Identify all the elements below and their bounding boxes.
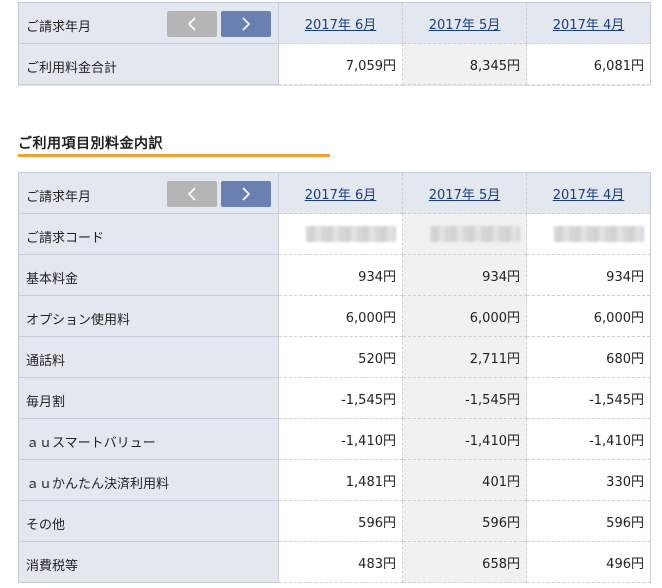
value-cell: 6,081円 <box>526 43 651 85</box>
value-cell: 596円 <box>526 500 651 542</box>
value-cell: 680円 <box>526 336 651 378</box>
billing-code-cell <box>278 213 403 255</box>
breakdown-header-label: ご請求年月 <box>26 190 92 205</box>
breakdown-month-link-may[interactable]: 2017年 5月 <box>429 188 501 203</box>
value-cell: 934円 <box>278 254 403 296</box>
next-month-button[interactable] <box>221 11 271 37</box>
redacted-code <box>554 226 644 242</box>
row-label-cell: ａｕかんたん決済利用料 <box>18 459 279 501</box>
section-title: ご利用項目別料金内訳 <box>18 136 163 152</box>
value-cell: 401円 <box>402 459 527 501</box>
breakdown-header-row: ご請求年月 2017年 6月 2017年 5月 2017年 4月 <box>18 172 651 214</box>
row-label: オプション使用料 <box>26 313 131 328</box>
row-label: 基本料金 <box>26 272 79 287</box>
table-row: オプション使用料 6,000円 6,000円 6,000円 <box>18 295 651 337</box>
table-row: ご請求コード <box>18 213 651 255</box>
table-row: 基本料金 934円 934円 934円 <box>18 254 651 296</box>
summary-month-link-jun[interactable]: 2017年 6月 <box>305 18 377 33</box>
chevron-right-icon <box>242 17 251 31</box>
row-label-cell: オプション使用料 <box>18 295 279 337</box>
row-label-cell: その他 <box>18 500 279 542</box>
table-row: 毎月割 -1,545円 -1,545円 -1,545円 <box>18 377 651 419</box>
value-cell: 596円 <box>278 500 403 542</box>
divider <box>18 85 648 86</box>
summary-header-label: ご請求年月 <box>26 20 92 35</box>
value-cell: 520円 <box>278 336 403 378</box>
row-label: ご請求コード <box>26 231 105 246</box>
table-row: ご利用料金合計 7,059円 8,345円 6,081円 <box>18 43 651 85</box>
breakdown-month-cell: 2017年 6月 <box>278 172 403 214</box>
billing-code-cell <box>402 213 527 255</box>
table-row: ａｕスマートバリュー -1,410円 -1,410円 -1,410円 <box>18 418 651 460</box>
summary-header-row: ご請求年月 2017年 6月 2017年 5月 2017年 4月 <box>18 2 651 44</box>
chevron-left-icon <box>187 17 196 31</box>
breakdown-month-link-jun[interactable]: 2017年 6月 <box>305 188 377 203</box>
value-cell: 658円 <box>402 541 527 583</box>
value-cell: -1,545円 <box>402 377 527 419</box>
value-cell: 6,000円 <box>278 295 403 337</box>
table-row: ａｕかんたん決済利用料 1,481円 401円 330円 <box>18 459 651 501</box>
billing-code-cell <box>526 213 651 255</box>
prev-month-button[interactable] <box>167 181 217 207</box>
redacted-code <box>306 226 396 242</box>
value-cell: -1,545円 <box>278 377 403 419</box>
value-cell: -1,545円 <box>526 377 651 419</box>
value-cell: -1,410円 <box>402 418 527 460</box>
row-label: ａｕスマートバリュー <box>26 436 156 451</box>
value-cell: 8,345円 <box>402 43 527 85</box>
row-label: ａｕかんたん決済利用料 <box>26 477 170 492</box>
summary-header-cell: ご請求年月 <box>18 2 279 44</box>
table-row: 消費税等 483円 658円 496円 <box>18 541 651 583</box>
section-underline <box>18 154 330 157</box>
value-cell: 934円 <box>526 254 651 296</box>
row-label: 毎月割 <box>26 395 66 410</box>
row-label-cell: 通話料 <box>18 336 279 378</box>
value-cell: 596円 <box>402 500 527 542</box>
summary-table: ご請求年月 2017年 6月 2017年 5月 2017年 4月 ご利用料金合計… <box>18 2 651 85</box>
prev-month-button[interactable] <box>167 11 217 37</box>
value-cell: 6,000円 <box>402 295 527 337</box>
row-label-cell: ａｕスマートバリュー <box>18 418 279 460</box>
value-cell: 1,481円 <box>278 459 403 501</box>
row-label-cell: 消費税等 <box>18 541 279 583</box>
value-cell: -1,410円 <box>526 418 651 460</box>
breakdown-month-link-apr[interactable]: 2017年 4月 <box>553 188 625 203</box>
next-month-button[interactable] <box>221 181 271 207</box>
row-label: その他 <box>26 518 66 533</box>
summary-month-cell: 2017年 4月 <box>526 2 651 44</box>
summary-month-cell: 2017年 6月 <box>278 2 403 44</box>
summary-month-cell: 2017年 5月 <box>402 2 527 44</box>
value-cell: 7,059円 <box>278 43 403 85</box>
breakdown-month-cell: 2017年 5月 <box>402 172 527 214</box>
breakdown-table: ご請求年月 2017年 6月 2017年 5月 2017年 4月 ご請求コード … <box>18 172 651 583</box>
row-label-cell: ご請求コード <box>18 213 279 255</box>
value-cell: 6,000円 <box>526 295 651 337</box>
row-label-cell: 基本料金 <box>18 254 279 296</box>
row-label: 通話料 <box>26 354 66 369</box>
row-label: 消費税等 <box>26 559 79 574</box>
value-cell: 2,711円 <box>402 336 527 378</box>
chevron-left-icon <box>187 187 196 201</box>
summary-month-link-may[interactable]: 2017年 5月 <box>429 18 501 33</box>
value-cell: 483円 <box>278 541 403 583</box>
breakdown-rows: 基本料金 934円 934円 934円 オプション使用料 6,000円 6,000円 6,00… <box>18 254 651 583</box>
redacted-code <box>430 226 520 242</box>
value-cell: 934円 <box>402 254 527 296</box>
value-cell: 330円 <box>526 459 651 501</box>
row-label: ご利用料金合計 <box>26 61 118 76</box>
chevron-right-icon <box>242 187 251 201</box>
value-cell: -1,410円 <box>278 418 403 460</box>
breakdown-month-cell: 2017年 4月 <box>526 172 651 214</box>
row-label-cell: ご利用料金合計 <box>18 43 279 85</box>
breakdown-header-cell: ご請求年月 <box>18 172 279 214</box>
summary-month-link-apr[interactable]: 2017年 4月 <box>553 18 625 33</box>
table-row: 通話料 520円 2,711円 680円 <box>18 336 651 378</box>
value-cell: 496円 <box>526 541 651 583</box>
table-row: その他 596円 596円 596円 <box>18 500 651 542</box>
row-label-cell: 毎月割 <box>18 377 279 419</box>
